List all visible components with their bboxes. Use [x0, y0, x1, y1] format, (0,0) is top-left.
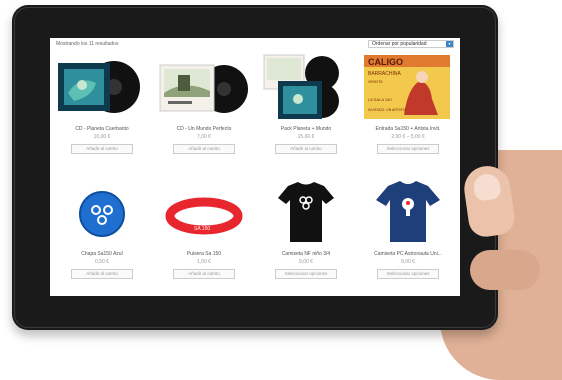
add-to-cart-button[interactable]: Añadir al carrito	[71, 269, 133, 279]
sort-select[interactable]: Ordenar por popularidad ▾	[368, 40, 454, 48]
product-price: 9,00 €	[299, 259, 313, 265]
select-options-button[interactable]: Seleccionar opciones	[275, 269, 337, 279]
add-to-cart-button[interactable]: Añadir al carrito	[173, 269, 235, 279]
poster-title: CALIGO	[368, 57, 403, 67]
product-price: 10,00 €	[93, 134, 111, 140]
product-image-cd-planeta[interactable]	[52, 53, 152, 121]
product-image-tshirt-black[interactable]	[256, 178, 356, 246]
product-card[interactable]: Camiseta PC Astronauta Uni... 9,00 € Sel…	[358, 178, 458, 293]
product-image-badge[interactable]	[52, 178, 152, 246]
product-card[interactable]: CD - Planeta Cuerbanto 10,00 € Añadir al…	[52, 53, 152, 168]
select-options-button[interactable]: Seleccionar opciones	[377, 144, 439, 154]
tablet-screen: Mostrando los 11 resultados Ordenar por …	[50, 38, 460, 296]
product-price: 7,00 €	[197, 134, 211, 140]
product-price: 9,00 €	[401, 259, 415, 265]
results-count: Mostrando los 11 resultados	[56, 41, 119, 47]
product-card[interactable]: Chapa Sa150 Azul 0,50 € Añadir al carrit…	[52, 178, 152, 293]
hand-finger	[470, 250, 540, 290]
product-name[interactable]: Camiseta PC Astronauta Uni...	[358, 251, 458, 257]
poster-line4: LA SALA 150	[368, 97, 392, 102]
product-name[interactable]: CD - Planeta Cuerbanto	[52, 126, 152, 132]
bracelet-label: SA 150	[194, 226, 210, 232]
product-image-cd-mundo[interactable]	[154, 53, 254, 121]
product-name[interactable]: Pack Planeta + Mundo	[256, 126, 356, 132]
sort-dropdown-icon[interactable]: ▾	[446, 41, 453, 47]
add-to-cart-button[interactable]: Añadir al carrito	[71, 144, 133, 154]
product-price: 2,00 € – 5,00 €	[391, 134, 425, 140]
product-price: 1,50 €	[197, 259, 211, 265]
product-name[interactable]: Chapa Sa150 Azul	[52, 251, 152, 257]
product-name[interactable]: Entrada Sa150 + Artista Invit.	[358, 126, 458, 132]
poster-line3: GRATIS	[368, 79, 383, 84]
poster-line5: INVITADO: UN ARTISTA	[368, 108, 407, 112]
product-image-ticket-poster[interactable]: CALIGO BARRACHINA GRATIS LA SALA 150 INV…	[358, 53, 458, 121]
shop-toolbar: Mostrando los 11 resultados Ordenar por …	[50, 38, 460, 52]
product-card[interactable]: CALIGO BARRACHINA GRATIS LA SALA 150 INV…	[358, 53, 458, 168]
product-name[interactable]: Pulsera Sa 150	[154, 251, 254, 257]
sort-label: Ordenar por popularidad	[372, 41, 427, 47]
product-card[interactable]: Camiseta NF niño 3/4 9,00 € Seleccionar …	[256, 178, 356, 293]
product-name[interactable]: CD - Un Mundo Perfecto	[154, 126, 254, 132]
product-card[interactable]: Pack Planeta + Mundo 15,00 € Añadir al c…	[256, 53, 356, 168]
add-to-cart-button[interactable]: Añadir al carrito	[275, 144, 337, 154]
product-image-pack[interactable]	[256, 53, 356, 121]
product-name[interactable]: Camiseta NF niño 3/4	[256, 251, 356, 257]
product-card[interactable]: CD - Un Mundo Perfecto 7,00 € Añadir al …	[154, 53, 254, 168]
product-image-tshirt-navy[interactable]	[358, 178, 458, 246]
product-price: 0,50 €	[95, 259, 109, 265]
product-image-bracelet[interactable]: SA 150	[154, 178, 254, 246]
poster-subtitle: BARRACHINA	[368, 71, 401, 77]
product-price: 15,00 €	[297, 134, 315, 140]
product-card[interactable]: SA 150 Pulsera Sa 150 1,50 € Añadir al c…	[154, 178, 254, 293]
select-options-button[interactable]: Seleccionar opciones	[377, 269, 439, 279]
add-to-cart-button[interactable]: Añadir al carrito	[173, 144, 235, 154]
